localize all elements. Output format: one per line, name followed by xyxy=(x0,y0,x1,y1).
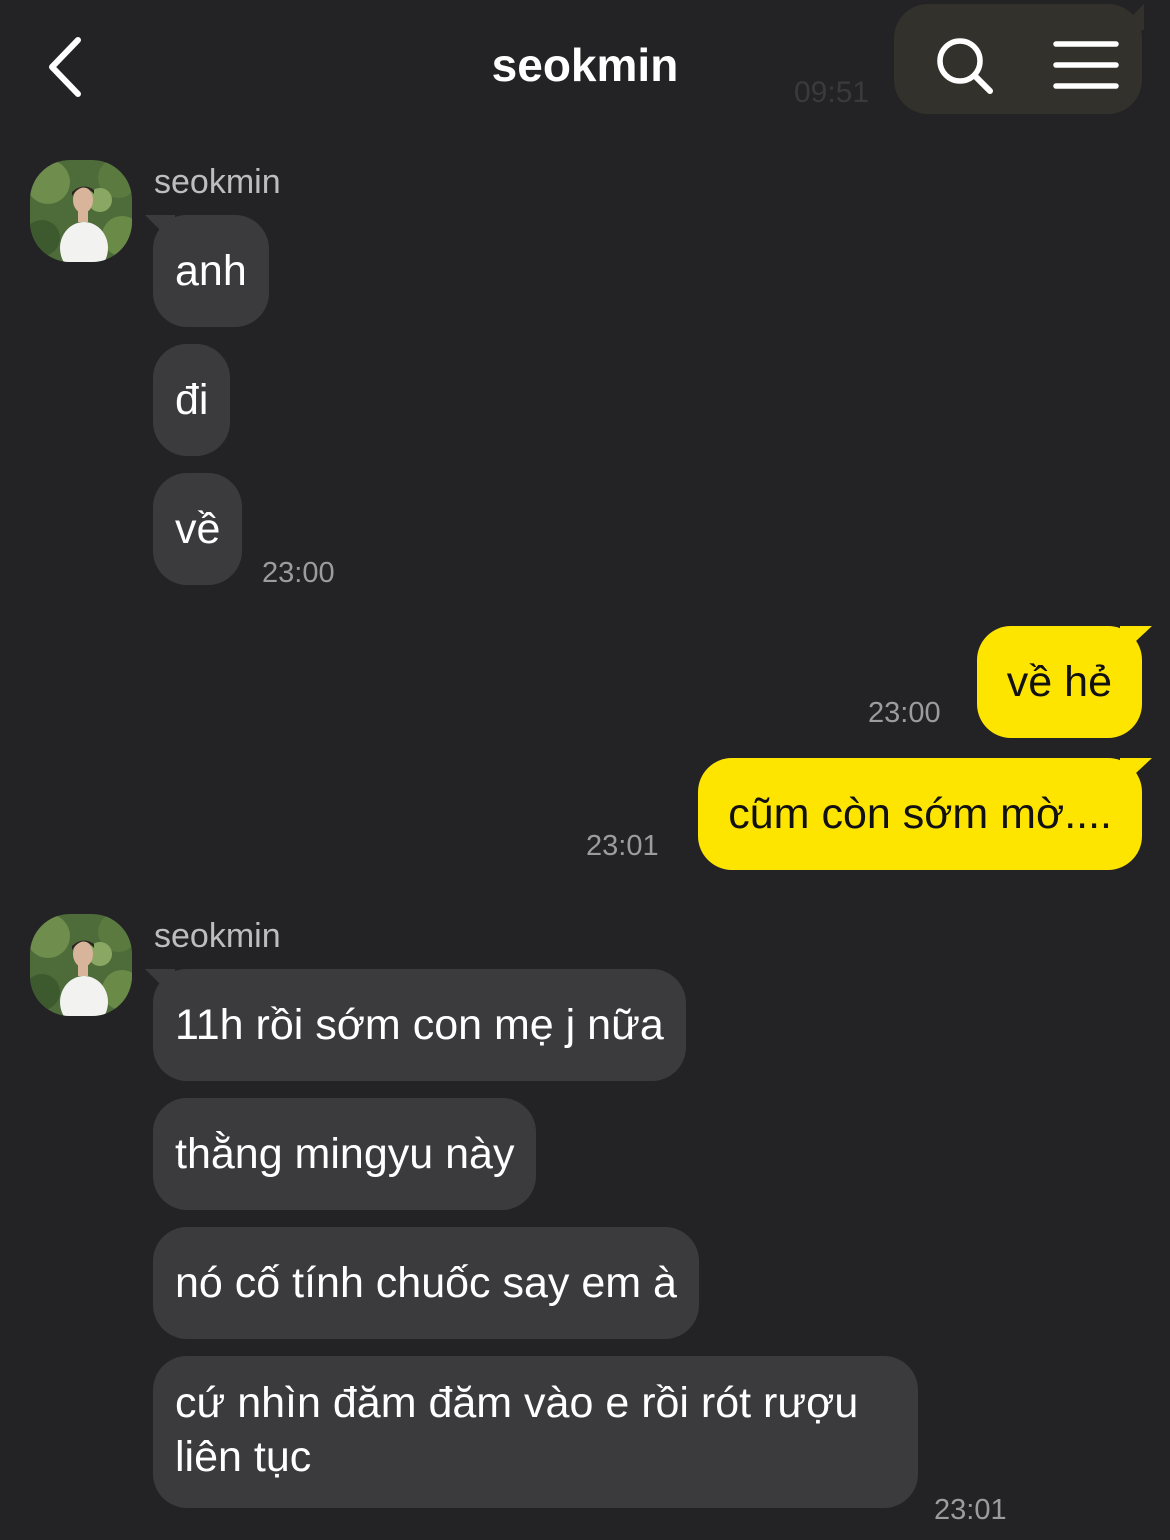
profile-photo xyxy=(30,914,132,1016)
message-bubble[interactable]: anh xyxy=(153,215,269,327)
message-timestamp: 23:01 xyxy=(586,830,659,862)
message-timestamp: 23:00 xyxy=(262,557,335,589)
message-bubble[interactable]: 11h rồi sớm con mẹ j nữa xyxy=(153,969,686,1081)
message-timestamp: 23:01 xyxy=(934,1494,1007,1526)
avatar[interactable] xyxy=(30,914,132,1016)
message-bubble[interactable]: về xyxy=(153,473,243,585)
search-button[interactable] xyxy=(934,34,998,98)
menu-button[interactable] xyxy=(1052,36,1120,96)
sent-message-bubble[interactable]: về hẻ xyxy=(976,626,1142,738)
hamburger-menu-icon xyxy=(1053,41,1119,89)
search-icon xyxy=(937,38,993,94)
message-bubble[interactable]: nó cố tính chuốc say em à xyxy=(153,1227,699,1339)
avatar[interactable] xyxy=(30,160,132,262)
message-bubble[interactable]: thằng mingyu này xyxy=(153,1098,537,1210)
chat-header: seokmin 09:51 xyxy=(0,0,1170,130)
sender-name: seokmin xyxy=(154,917,281,955)
background-timestamp: 09:51 xyxy=(794,76,870,109)
profile-photo xyxy=(30,160,132,262)
message-timestamp: 23:00 xyxy=(868,697,941,729)
sender-name: seokmin xyxy=(154,163,281,201)
sent-message-bubble[interactable]: cũm còn sớm mờ.... xyxy=(698,758,1142,870)
message-bubble[interactable]: đi xyxy=(153,344,231,456)
message-bubble[interactable]: cứ nhìn đăm đăm vào e rồi rót rượu liên … xyxy=(153,1356,918,1508)
